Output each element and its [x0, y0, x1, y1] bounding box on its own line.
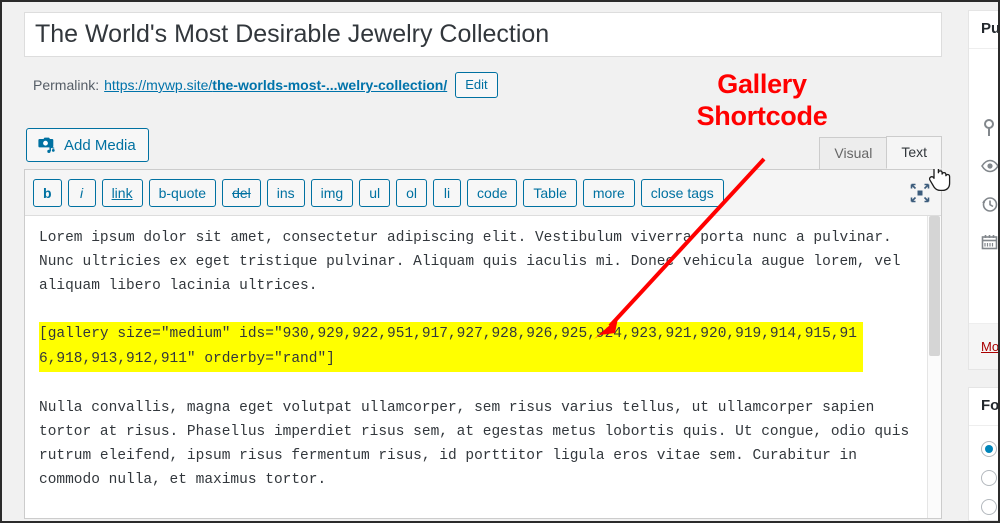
gallery-shortcode-text: [gallery size="medium" ids="930,929,922,… — [39, 322, 863, 372]
add-media-label: Add Media — [64, 136, 136, 154]
publish-visibility-row[interactable] — [981, 147, 998, 185]
post-title-field[interactable] — [24, 12, 942, 57]
content-blank-line-2 — [39, 372, 925, 396]
post-content-textarea[interactable]: Lorem ipsum dolor sit amet, consectetur … — [25, 216, 941, 518]
eye-visibility-icon — [981, 159, 998, 173]
quicktag-del[interactable]: del — [222, 178, 261, 207]
format-option-row[interactable] — [981, 463, 998, 492]
tab-visual[interactable]: Visual — [819, 137, 888, 169]
quicktag-b-quote[interactable]: b-quote — [148, 178, 217, 207]
pin-sticky-icon — [981, 119, 997, 137]
quicktag-img[interactable]: img — [310, 178, 354, 207]
format-option-row[interactable] — [981, 492, 998, 521]
quicktag-i[interactable]: i — [67, 178, 96, 207]
publish-panel: Pu — [968, 10, 998, 370]
publish-panel-body — [969, 49, 998, 261]
publish-status-row[interactable] — [981, 109, 998, 147]
move-to-trash-link[interactable]: Mo — [981, 339, 998, 354]
format-panel-body — [969, 426, 998, 521]
quicktag-ins[interactable]: ins — [266, 178, 305, 207]
content-scrollbar[interactable] — [927, 216, 941, 518]
quicktag-link[interactable]: link — [101, 178, 143, 207]
media-camera-music-icon — [37, 135, 57, 155]
format-panel: Fo — [968, 387, 998, 521]
format-option-row[interactable] — [981, 434, 998, 463]
text-editor-container: b i link b-quote del ins img ul ol li co… — [24, 169, 942, 519]
quicktag-table[interactable]: Table — [523, 178, 577, 207]
publish-date-row[interactable] — [981, 223, 998, 261]
publish-panel-title: Pu — [969, 11, 998, 49]
format-panel-title: Fo — [969, 388, 998, 426]
format-radio-icon[interactable] — [981, 469, 997, 486]
format-radio-icon[interactable] — [981, 498, 997, 515]
clock-revisions-icon — [981, 196, 998, 213]
content-blank-line-1 — [39, 298, 925, 322]
quicktag-more[interactable]: more — [582, 178, 635, 207]
quicktag-ul[interactable]: ul — [359, 178, 391, 207]
permalink-url[interactable]: https://mywp.site/the-worlds-most-...wel… — [104, 77, 447, 93]
calendar-publish-icon — [981, 234, 998, 250]
quicktag-b[interactable]: b — [33, 178, 62, 207]
content-scrollbar-thumb[interactable] — [929, 216, 940, 356]
add-media-button[interactable]: Add Media — [26, 128, 149, 162]
edit-permalink-button[interactable]: Edit — [455, 72, 498, 98]
editor-sidebar: Pu — [962, 2, 998, 521]
content-paragraph-2: Nulla convallis, magna eget volutpat ull… — [39, 400, 910, 488]
post-title-input[interactable] — [25, 13, 941, 56]
content-paragraph-1: Lorem ipsum dolor sit amet, consectetur … — [39, 230, 901, 294]
tab-text[interactable]: Text — [886, 136, 942, 169]
quicktags-toolbar: b i link b-quote del ins img ul ol li co… — [25, 170, 941, 216]
permalink-label: Permalink: — [33, 77, 100, 93]
wordpress-post-editor-screen: Permalink: https://mywp.site/the-worlds-… — [0, 0, 1000, 523]
quicktag-close-tags[interactable]: close tags — [640, 178, 724, 207]
quicktag-li[interactable]: li — [433, 178, 462, 207]
editor-mode-tabs: Visual Text — [819, 133, 942, 169]
quicktag-code[interactable]: code — [467, 178, 518, 207]
format-radio-icon[interactable] — [981, 440, 997, 457]
publish-revisions-row[interactable] — [981, 185, 998, 223]
quicktag-ol[interactable]: ol — [396, 178, 428, 207]
permalink-row: Permalink: https://mywp.site/the-worlds-… — [33, 70, 498, 100]
publish-panel-footer: Mo — [969, 323, 998, 369]
editor-column: Permalink: https://mywp.site/the-worlds-… — [2, 2, 964, 521]
permalink-base: https://mywp.site/ — [104, 77, 213, 93]
permalink-slug: the-worlds-most-...welry-collection/ — [212, 77, 448, 93]
